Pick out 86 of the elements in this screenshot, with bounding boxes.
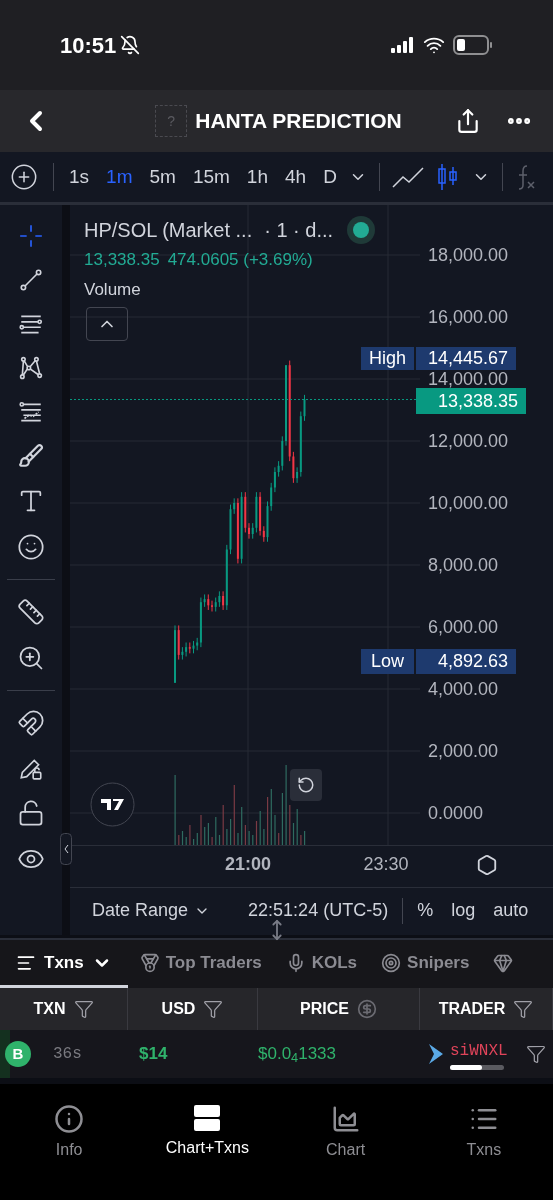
nav-tab[interactable]: Chart+Txns <box>138 1104 277 1160</box>
token-title: HANTA PREDICTION <box>195 108 402 135</box>
transaction-row[interactable]: B 36s $14 $0.0$_{4}$1333 siWNXL <box>0 1030 553 1078</box>
usd-value: $14 <box>138 1043 169 1066</box>
price-axis-label: 12,000.00 <box>428 429 509 453</box>
low-tag-value: 4,892.63 <box>416 649 516 674</box>
age-label: 36s <box>53 1044 82 1065</box>
interval-option[interactable]: 5m <box>149 162 176 192</box>
line-chart-icon[interactable] <box>391 165 424 189</box>
price-axis-label: 16,000.00 <box>428 305 509 329</box>
interval-label: · 1 · d... <box>264 218 334 243</box>
reset-icon <box>297 776 315 794</box>
gem-icon <box>493 952 514 973</box>
price-axis-label: 6,000.00 <box>428 615 499 639</box>
magnet-icon[interactable] <box>17 709 45 737</box>
interval-option[interactable]: 4h <box>285 162 307 192</box>
dollar-icon[interactable] <box>356 999 377 1019</box>
symbol-title: HP/SOL (Market ... <box>84 218 253 243</box>
panel-tab[interactable]: Snipers <box>369 940 482 988</box>
medal-icon <box>139 952 160 973</box>
trend-line-icon[interactable] <box>18 267 44 293</box>
price-axis-label: 4,000.00 <box>428 677 499 701</box>
ruler-icon[interactable] <box>17 598 45 626</box>
filter-icon[interactable] <box>203 999 224 1019</box>
sidebar-collapse-icon[interactable] <box>60 833 72 865</box>
price-axis-label: 2,000.00 <box>428 739 499 763</box>
filter-icon[interactable] <box>73 999 94 1019</box>
panel-tab[interactable]: KOLs <box>273 940 370 988</box>
unlock-icon[interactable] <box>17 799 45 827</box>
battery-icon <box>453 35 493 55</box>
pattern-icon[interactable] <box>18 355 44 381</box>
clock-label: 22:51:24 (UTC-5) <box>248 899 389 922</box>
column-header: USD <box>161 999 196 1019</box>
low-tag-label: Low <box>361 649 414 674</box>
crosshair-icon[interactable] <box>18 223 44 249</box>
filter-icon[interactable] <box>525 1044 546 1064</box>
interval-option[interactable]: 1h <box>246 162 268 192</box>
scale-option[interactable]: % <box>417 897 434 924</box>
column-header: TXN <box>33 999 66 1019</box>
interval-option[interactable]: 1s <box>69 162 90 192</box>
price-value: $0.0$_{4}$1333 <box>258 1043 337 1067</box>
trader-logo-icon <box>428 1043 444 1065</box>
interval-option[interactable]: D <box>323 162 337 192</box>
target-icon <box>381 952 402 973</box>
trader-name[interactable]: siWNXL <box>450 1038 508 1063</box>
interval-option[interactable]: 1m <box>106 162 133 192</box>
filter-icon[interactable] <box>513 999 534 1019</box>
smiley-icon[interactable] <box>17 533 45 561</box>
placeholder-mark: ? <box>167 111 176 131</box>
clock-time: 10:51 <box>60 31 117 60</box>
settings-icon[interactable] <box>475 853 498 876</box>
column-header: TRADER <box>438 999 506 1019</box>
panel-tab[interactable]: Top Traders <box>127 940 274 988</box>
silent-icon <box>120 35 141 55</box>
side-badge: B <box>5 1041 31 1067</box>
brush-icon[interactable] <box>18 443 44 469</box>
interval-option[interactable]: 15m <box>192 162 230 192</box>
time-axis-label: 21:00 <box>223 853 272 876</box>
signal-icon <box>391 37 415 53</box>
info-icon <box>54 1104 85 1134</box>
price-change: 474.0605 (+3.69%) <box>167 249 313 271</box>
zoom-in-icon[interactable] <box>17 644 45 672</box>
date-range-dropdown[interactable]: Date Range <box>92 897 211 924</box>
price-axis-label: 0.0000 <box>428 801 484 825</box>
nav-tab[interactable]: Txns <box>414 1104 553 1162</box>
nav-tab[interactable]: Chart <box>276 1104 415 1162</box>
high-tag-value: 14,445.67 <box>416 347 517 370</box>
indicator-label: Volume <box>84 279 141 301</box>
price-axis-label: 18,000.00 <box>428 243 509 267</box>
chart-logo-icon[interactable] <box>90 782 135 827</box>
column-header: PRICE <box>300 999 349 1019</box>
time-axis-label: 23:30 <box>362 853 410 876</box>
nav-tab[interactable]: Info <box>0 1104 139 1162</box>
share-icon[interactable] <box>455 108 481 134</box>
price-axis-label: 8,000.00 <box>428 553 499 577</box>
price-axis-label: 10,000.00 <box>428 491 509 515</box>
last-price: 13,338.35 <box>84 249 160 271</box>
candles-icon[interactable] <box>435 163 460 191</box>
current-price-tag: 13,338.35 <box>416 388 526 414</box>
price-axis-label: 14,000.00 <box>428 367 509 391</box>
scale-option[interactable]: auto <box>493 897 529 924</box>
high-tag-label: High <box>361 347 415 370</box>
scale-option[interactable]: log <box>451 897 476 924</box>
add-indicator-icon[interactable] <box>10 163 38 191</box>
split-view-icon <box>193 1104 222 1132</box>
reset-button[interactable] <box>290 769 322 801</box>
